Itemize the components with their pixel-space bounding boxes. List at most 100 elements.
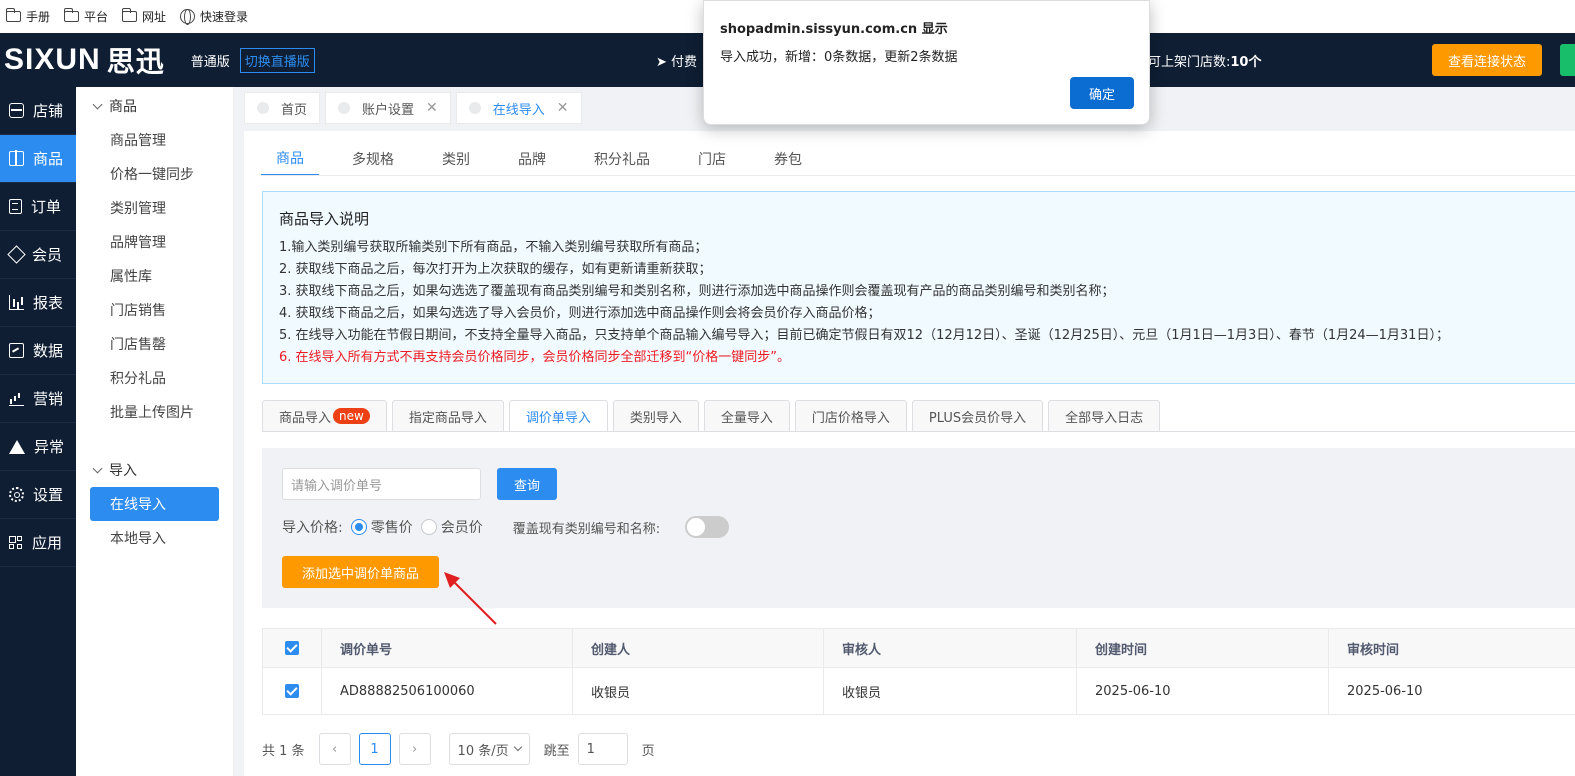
- chevron-left-icon: ‹: [331, 741, 338, 757]
- row-checkbox[interactable]: [263, 668, 322, 714]
- cat-tab-category[interactable]: 类别: [427, 141, 485, 176]
- main-panel: 商品 多规格 类别 品牌 积分礼品 门店 券包 商品导入说明 1.输入类别编号获…: [244, 131, 1575, 776]
- cat-tab-coupon-pack[interactable]: 券包: [759, 141, 817, 176]
- subnav-item-points-gifts[interactable]: 积分礼品: [76, 361, 233, 395]
- cell-creator: 收银员: [573, 668, 824, 714]
- notice-line: 1.输入类别编号获取所输类别下所有商品，不输入类别编号获取所有商品；: [279, 240, 708, 255]
- subnav-group-import[interactable]: 导入: [76, 453, 233, 487]
- bookmark-url[interactable]: 网址: [121, 8, 166, 25]
- bookmark-quick-login[interactable]: 快速登录: [180, 8, 248, 25]
- globe-icon: [180, 9, 196, 25]
- import-tab-goods[interactable]: 商品导入 new: [262, 400, 387, 432]
- subnav-item-store-soldout[interactable]: 门店售罄: [76, 327, 233, 361]
- main-nav: 店铺 商品 订单 会员 报表 数据 营销 异常 设置 应用: [0, 87, 76, 776]
- import-tab-full[interactable]: 全量导入: [703, 400, 790, 432]
- col-order-no: 调价单号: [322, 629, 573, 667]
- add-selected-button[interactable]: 添加选中调价单商品: [282, 556, 439, 588]
- table-row[interactable]: AD88882506100060 收银员 收银员 2025-06-10 2025…: [263, 667, 1575, 714]
- cat-tab-multispec[interactable]: 多规格: [337, 141, 409, 176]
- nav-item-marketing[interactable]: 营销: [0, 375, 76, 423]
- adjust-order-input[interactable]: 请输入调价单号: [282, 468, 481, 500]
- store-count: 可上架门店数:10个: [1148, 55, 1262, 70]
- cell-reviewer: 收银员: [824, 668, 1077, 714]
- radio-retail-label[interactable]: 零售价: [371, 517, 413, 537]
- green-button-edge[interactable]: [1560, 44, 1575, 76]
- subnav-item-goods-manage[interactable]: 商品管理: [76, 123, 233, 157]
- query-button[interactable]: 查询: [497, 468, 557, 500]
- radio-member[interactable]: [420, 519, 437, 535]
- notice-line: 5. 在线导入功能在节假日期间，不支持全量导入商品，只支持单个商品输入编号导入；…: [279, 328, 1449, 343]
- divider: [261, 175, 1575, 176]
- subnav-item-price-sync[interactable]: 价格一键同步: [76, 157, 233, 191]
- subnav-item-online-import[interactable]: 在线导入: [90, 487, 219, 521]
- warning-icon: [9, 439, 25, 454]
- nav-item-reports[interactable]: 报表: [0, 279, 76, 327]
- tab-dot-icon: [468, 102, 481, 114]
- close-icon[interactable]: ✕: [426, 100, 438, 116]
- import-price-label: 导入价格:: [282, 520, 343, 536]
- check-connection-button[interactable]: 查看连接状态: [1432, 44, 1542, 76]
- category-tabs: 商品 多规格 类别 品牌 积分礼品 门店 券包: [261, 141, 835, 176]
- cat-tab-goods[interactable]: 商品: [261, 141, 319, 176]
- next-page-button[interactable]: ›: [398, 733, 431, 765]
- paid-link[interactable]: ➤ 付费: [656, 51, 697, 70]
- page-size-select[interactable]: 10 条/页: [448, 733, 530, 765]
- subnav-item-attributes[interactable]: 属性库: [76, 259, 233, 293]
- import-tab-logs[interactable]: 全部导入日志: [1048, 400, 1161, 432]
- nav-item-store[interactable]: 店铺: [0, 87, 76, 135]
- nav-item-apps[interactable]: 应用: [0, 519, 76, 567]
- nav-item-orders[interactable]: 订单: [0, 183, 76, 231]
- dialog-message: 导入成功，新增：0条数据，更新2条数据: [720, 50, 958, 65]
- jump-input[interactable]: 1: [577, 733, 628, 765]
- notice-line: 3. 获取线下商品之后，如果勾选选了覆盖现有商品类别编号和类别名称，则进行添加选…: [279, 284, 1115, 299]
- new-badge: new: [333, 408, 370, 424]
- marketing-icon: [9, 391, 24, 406]
- tab-home[interactable]: 首页: [244, 92, 321, 124]
- subnav-item-category-manage[interactable]: 类别管理: [76, 191, 233, 225]
- nav-item-exceptions[interactable]: 异常: [0, 423, 76, 471]
- pagination: 共 1 条 ‹ 1 › 10 条/页 跳至 1 页: [262, 733, 655, 765]
- col-creator: 创建人: [573, 629, 824, 667]
- switch-live-button[interactable]: 切换直播版: [239, 47, 315, 73]
- nav-item-goods[interactable]: 商品: [0, 135, 76, 183]
- import-tab-specified[interactable]: 指定商品导入: [391, 400, 504, 432]
- import-tab-plus-price[interactable]: PLUS会员价导入: [911, 400, 1044, 432]
- subnav-group-goods[interactable]: 商品: [76, 89, 233, 123]
- nav-item-members[interactable]: 会员: [0, 231, 76, 279]
- overwrite-toggle[interactable]: [685, 516, 730, 538]
- close-icon[interactable]: ✕: [557, 100, 569, 116]
- import-tab-price-adjust[interactable]: 调价单导入: [508, 400, 608, 432]
- adjust-order-table: 调价单号 创建人 审核人 创建时间 审核时间 AD88882506100060 …: [262, 628, 1575, 715]
- jump-label: 跳至: [543, 743, 570, 759]
- tab-online-import[interactable]: 在线导入 ✕: [455, 92, 582, 124]
- page-button[interactable]: 1: [358, 733, 391, 765]
- cat-tab-store[interactable]: 门店: [683, 141, 741, 176]
- subnav-item-store-sales[interactable]: 门店销售: [76, 293, 233, 327]
- send-icon: ➤: [656, 55, 667, 70]
- col-reviewed-time: 审核时间: [1347, 642, 1400, 658]
- nav-item-data[interactable]: 数据: [0, 327, 76, 375]
- radio-member-label[interactable]: 会员价: [441, 517, 483, 537]
- bookmark-platform[interactable]: 平台: [63, 8, 108, 25]
- content-area: 首页 账户设置 ✕ 在线导入 ✕ 商品 多规格 类别 品牌 积分礼品 门店 券包 商…: [234, 87, 1575, 776]
- radio-retail[interactable]: [350, 519, 367, 535]
- tab-account-settings[interactable]: 账户设置 ✕: [325, 92, 451, 124]
- cat-tab-points-gift[interactable]: 积分礼品: [579, 141, 665, 176]
- folder-icon: [5, 8, 21, 22]
- select-all-checkbox[interactable]: [263, 629, 322, 667]
- divider: [262, 431, 1575, 432]
- import-tab-category[interactable]: 类别导入: [612, 400, 699, 432]
- nav-item-settings[interactable]: 设置: [0, 471, 76, 519]
- dialog-ok-button[interactable]: 确定: [1070, 77, 1134, 109]
- prev-page-button[interactable]: ‹: [318, 733, 351, 765]
- cat-tab-brand[interactable]: 品牌: [503, 141, 561, 176]
- subnav-item-batch-upload[interactable]: 批量上传图片: [76, 395, 233, 429]
- bookmark-manual[interactable]: 手册: [5, 8, 50, 25]
- col-created-time: 创建时间: [1077, 629, 1329, 667]
- subnav-item-brand-manage[interactable]: 品牌管理: [76, 225, 233, 259]
- import-tab-store-price[interactable]: 门店价格导入: [794, 400, 907, 432]
- folder-icon: [63, 8, 80, 22]
- notice-warning-line: 6. 在线导入所有方式不再支持会员价格同步，会员价格同步全部迁移到“价格一键同步…: [279, 350, 791, 365]
- subnav-item-local-import[interactable]: 本地导入: [76, 521, 233, 555]
- table-header: 调价单号 创建人 审核人 创建时间 审核时间: [263, 629, 1575, 667]
